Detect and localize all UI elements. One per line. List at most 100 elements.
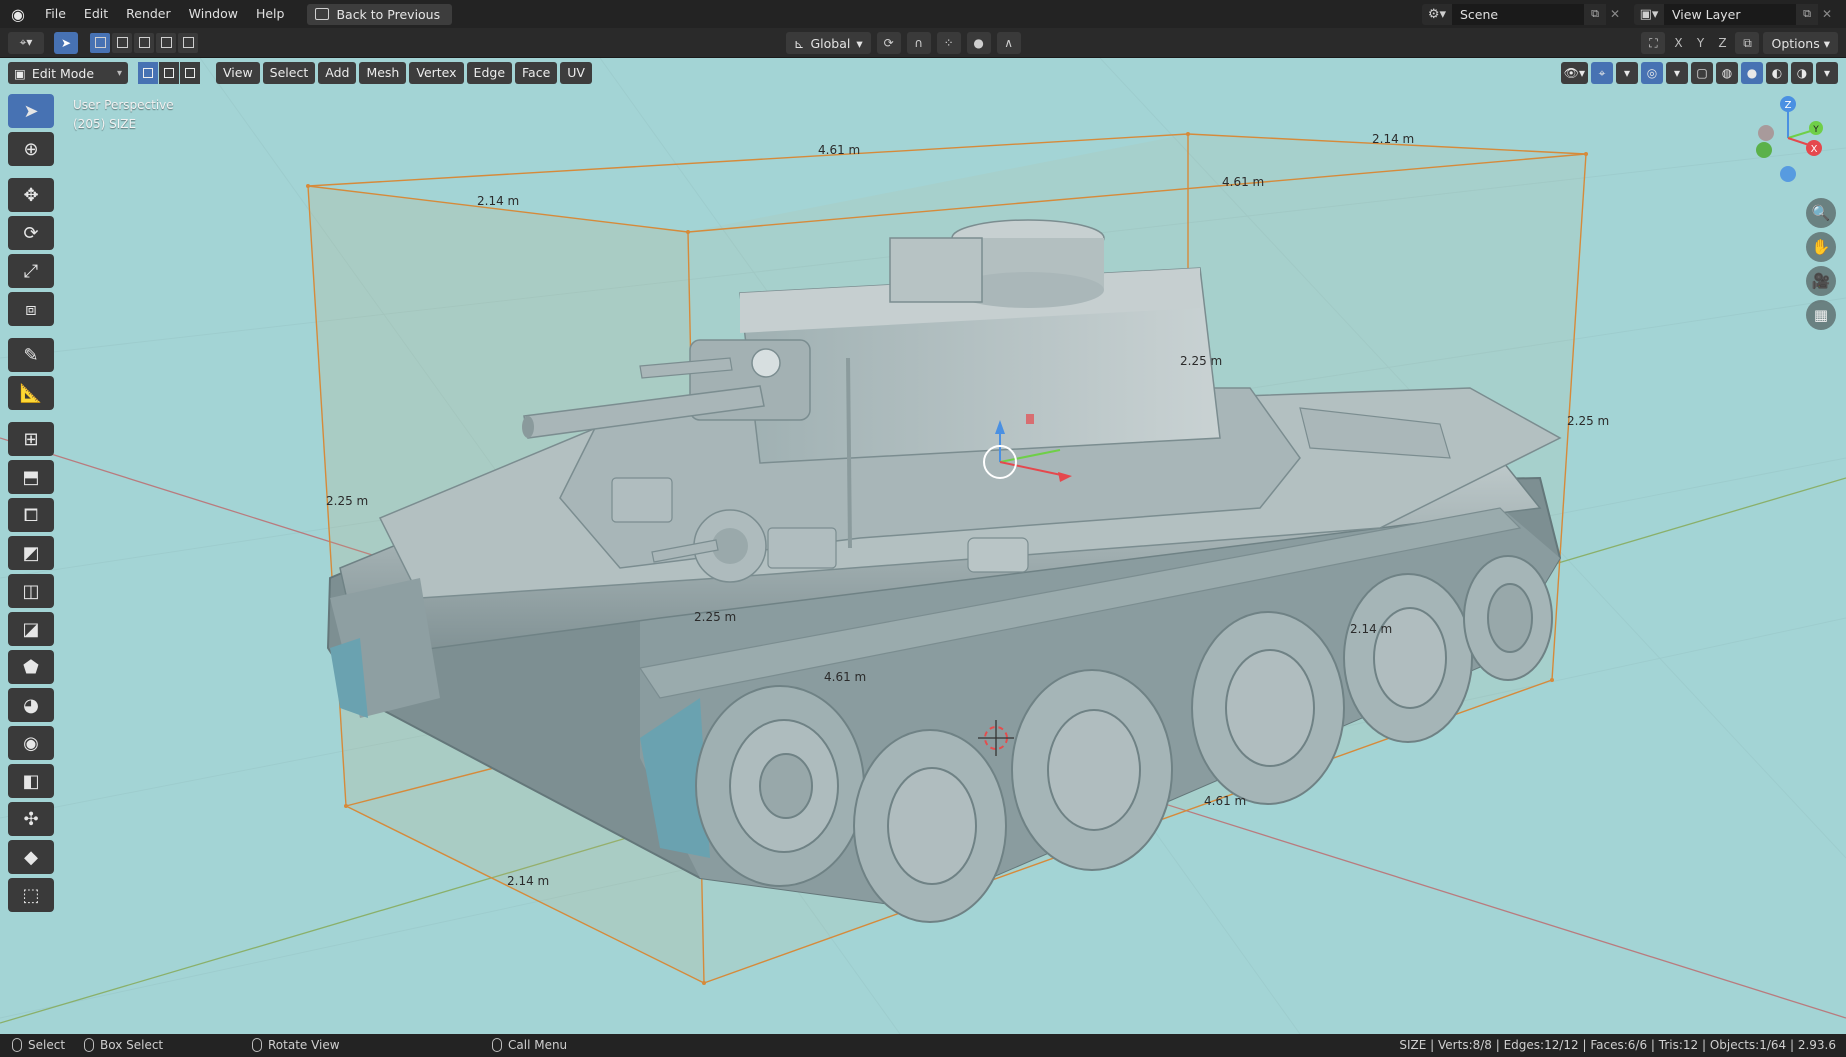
face-select-icon[interactable] (180, 62, 200, 84)
proportional-editing-icon[interactable]: ● (966, 32, 991, 54)
mirror-x-toggle[interactable]: X (1669, 32, 1687, 54)
remove-view-layer-icon[interactable]: ✕ (1818, 4, 1836, 25)
menu-view[interactable]: View (216, 62, 260, 84)
menu-edit[interactable]: Edit (75, 0, 117, 28)
options-dropdown[interactable]: Options ▾ (1763, 32, 1838, 54)
camera-view-icon[interactable]: 🎥 (1806, 266, 1836, 296)
wireframe-shading-icon[interactable]: ◍ (1716, 62, 1738, 84)
overlay-toggle-icon[interactable]: ◎ (1641, 62, 1663, 84)
annotate-tool-icon[interactable]: ✎ (8, 338, 54, 372)
falloff-icon[interactable]: ∧ (996, 32, 1021, 54)
overlay-dropdown-icon[interactable]: ▾ (1666, 62, 1688, 84)
blender-logo-icon[interactable]: ◉ (0, 0, 36, 28)
menu-file[interactable]: File (36, 0, 75, 28)
vertex-select-icon[interactable] (138, 62, 158, 84)
menu-window[interactable]: Window (180, 0, 247, 28)
status-box-select-label: Box Select (100, 1038, 164, 1052)
transform-orientation-dropdown[interactable]: ⊾ Global ▾ (786, 32, 871, 54)
mirror-y-toggle[interactable]: Y (1691, 32, 1709, 54)
3d-viewport[interactable]: Z Y X 4.61 m 2.14 m 4.61 m 2.14 m 2.25 m… (0, 58, 1846, 1034)
rotate-tool-icon[interactable]: ⟳ (8, 216, 54, 250)
menu-uv[interactable]: UV (560, 62, 592, 84)
menu-mesh[interactable]: Mesh (359, 62, 407, 84)
menu-help[interactable]: Help (247, 0, 294, 28)
solid-shading-icon[interactable]: ● (1741, 62, 1763, 84)
edge-slide-tool-icon[interactable]: ◧ (8, 764, 54, 798)
tool-header: ⌖▾ ➤ ⊾ Global ▾ ⟳ ∩ ⁘ ● ∧ ⛶ X Y Z ⧉ Opti… (0, 28, 1846, 58)
menu-vertex[interactable]: Vertex (409, 62, 464, 84)
dimension-label: 4.61 m (818, 143, 861, 157)
shading-dropdown-icon[interactable]: ▾ (1816, 62, 1838, 84)
chevron-down-icon: ▾ (1823, 35, 1830, 51)
extrude-tool-icon[interactable]: ⬒ (8, 460, 54, 494)
snap-icon[interactable]: ∩ (906, 32, 931, 54)
scene-selector[interactable]: ⚙▾ Scene ⧉ ✕ (1422, 3, 1624, 25)
mode-dropdown[interactable]: ▣ Edit Mode ▾ (8, 62, 128, 84)
new-view-layer-icon[interactable]: ⧉ (1796, 3, 1818, 25)
scene-name-field[interactable]: Scene (1452, 3, 1584, 25)
material-shading-icon[interactable]: ◐ (1766, 62, 1788, 84)
menu-edge[interactable]: Edge (466, 62, 513, 84)
spin-tool-icon[interactable]: ◕ (8, 688, 54, 722)
scale-tool-icon[interactable]: ⤢ (8, 254, 54, 288)
new-scene-icon[interactable]: ⧉ (1584, 3, 1606, 25)
dimension-label: 4.61 m (1222, 175, 1265, 189)
select-tool-icon[interactable]: ➤ (54, 31, 78, 54)
back-to-previous-button[interactable]: Back to Previous (307, 3, 453, 25)
rendered-shading-icon[interactable]: ◑ (1791, 62, 1813, 84)
bevel-tool-icon[interactable]: ◩ (8, 536, 54, 570)
transform-tool-icon[interactable]: ⧈ (8, 292, 54, 326)
gizmo-dropdown-icon[interactable]: ▾ (1616, 62, 1638, 84)
select-invert-icon[interactable] (156, 32, 176, 53)
view-layer-name-field[interactable]: View Layer (1664, 3, 1796, 25)
snap-target-icon[interactable]: ⁘ (936, 32, 961, 54)
select-extend-icon[interactable] (112, 32, 132, 53)
scene-icon[interactable]: ⚙▾ (1422, 3, 1452, 25)
mirror-icon[interactable]: ⛶ (1641, 32, 1666, 54)
orientation-label: Global (810, 35, 851, 51)
edge-select-icon[interactable] (159, 62, 179, 84)
dimension-label: 2.14 m (507, 874, 550, 888)
dimension-label: 2.14 m (477, 194, 520, 208)
inset-tool-icon[interactable]: ⧠ (8, 498, 54, 532)
poly-build-tool-icon[interactable]: ⬟ (8, 650, 54, 684)
pivot-point-icon[interactable]: ⟳ (876, 32, 901, 54)
navigation-gizmo[interactable]: Z Y X (1756, 96, 1823, 182)
select-new-icon[interactable] (90, 32, 110, 53)
loop-cut-tool-icon[interactable]: ◫ (8, 574, 54, 608)
shear-tool-icon[interactable]: ◆ (8, 840, 54, 874)
add-cube-tool-icon[interactable]: ⊞ (8, 422, 54, 456)
chevron-down-icon: ▾ (856, 35, 863, 51)
select-box-tool-icon[interactable]: ➤ (8, 94, 54, 128)
view-layer-icon[interactable]: ▣▾ (1634, 3, 1664, 25)
pan-hand-icon[interactable]: ✋ (1806, 232, 1836, 262)
menu-face[interactable]: Face (515, 62, 558, 84)
smooth-tool-icon[interactable]: ◉ (8, 726, 54, 760)
measure-tool-icon[interactable]: 📐 (8, 376, 54, 410)
menu-render[interactable]: Render (117, 0, 180, 28)
gizmo-toggle-icon[interactable]: ⌖ (1591, 62, 1613, 84)
editor-type-icon[interactable]: ⌖▾ (8, 31, 44, 54)
select-intersect-icon[interactable] (178, 32, 198, 53)
remove-scene-icon[interactable]: ✕ (1606, 4, 1624, 25)
select-subtract-icon[interactable] (134, 32, 154, 53)
status-box-select: Box Select (84, 1038, 163, 1052)
menu-add[interactable]: Add (318, 62, 357, 84)
move-tool-icon[interactable]: ✥ (8, 178, 54, 212)
menu-select[interactable]: Select (262, 62, 316, 84)
header-right-tools: ⛶ X Y Z ⧉ Options ▾ (1641, 32, 1838, 54)
selection-mode-icons (90, 32, 198, 53)
visibility-icon[interactable]: 👁▾ (1560, 62, 1588, 84)
auto-merge-icon[interactable]: ⧉ (1735, 32, 1760, 54)
cursor-tool-icon[interactable]: ⊕ (8, 132, 54, 166)
view-layer-selector[interactable]: ▣▾ View Layer ⧉ ✕ (1634, 3, 1836, 25)
dimension-label: 2.25 m (326, 494, 369, 508)
shrink-fatten-tool-icon[interactable]: ✣ (8, 802, 54, 836)
knife-tool-icon[interactable]: ◪ (8, 612, 54, 646)
mirror-z-toggle[interactable]: Z (1713, 32, 1731, 54)
xray-icon[interactable]: ▢ (1691, 62, 1713, 84)
zoom-icon[interactable]: 🔍 (1806, 198, 1836, 228)
perspective-toggle-icon[interactable]: ▦ (1806, 300, 1836, 330)
status-select-label: Select (28, 1038, 66, 1052)
rip-region-tool-icon[interactable]: ⬚ (8, 878, 54, 912)
